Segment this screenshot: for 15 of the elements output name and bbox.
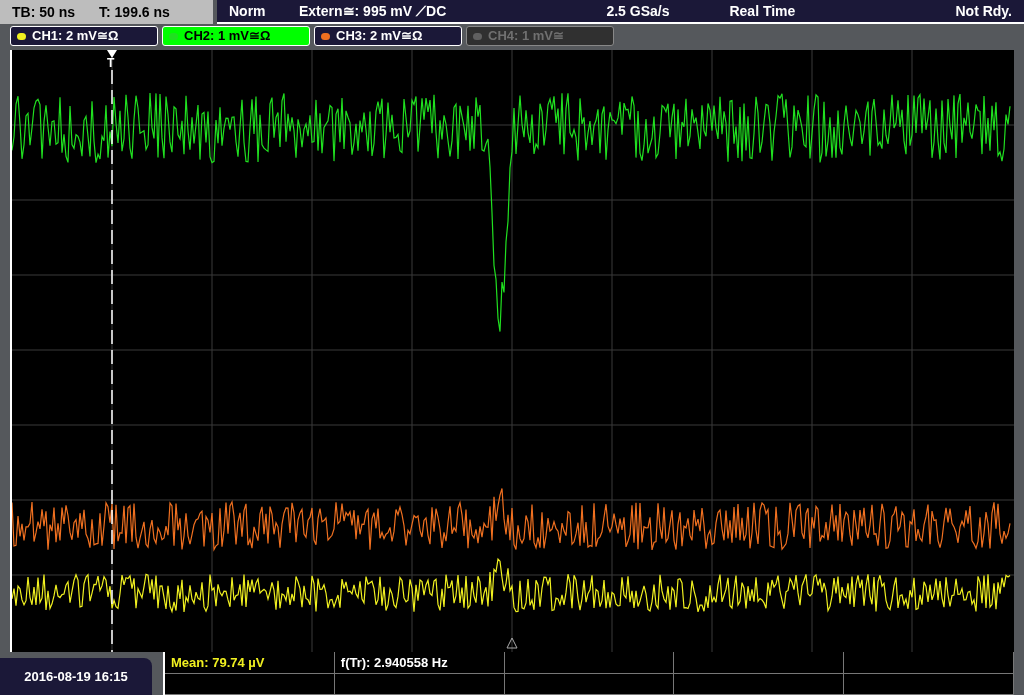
trigger-marker-label: T (107, 57, 115, 69)
timebase-label: TB: 50 ns (12, 2, 75, 22)
channel-button[interactable]: CH2: 1 mV≅Ω (162, 26, 310, 46)
acquisition-label: Real Time (729, 1, 796, 21)
sample-rate-label: 2.5 GSa/s (606, 1, 670, 21)
mode-label: Norm (229, 1, 267, 21)
datetime-label: 2016-08-19 16:15 (24, 667, 128, 686)
trigger-time-label: T: 199.6 ns (99, 2, 170, 22)
channel-button[interactable]: CH3: 2 mV≅Ω (314, 26, 462, 46)
state-label: Not Rdy. (955, 1, 1012, 21)
measurement-value: f(Tr): 2.940558 Hz (340, 653, 448, 672)
channel-button[interactable]: CH1: 2 mV≅Ω (10, 26, 158, 46)
trigger-label: Extern≅: 995 mV ⟋DC (299, 1, 447, 21)
measurement-value: Mean: 79.74 µV (171, 653, 265, 672)
center-marker-icon (506, 637, 518, 649)
